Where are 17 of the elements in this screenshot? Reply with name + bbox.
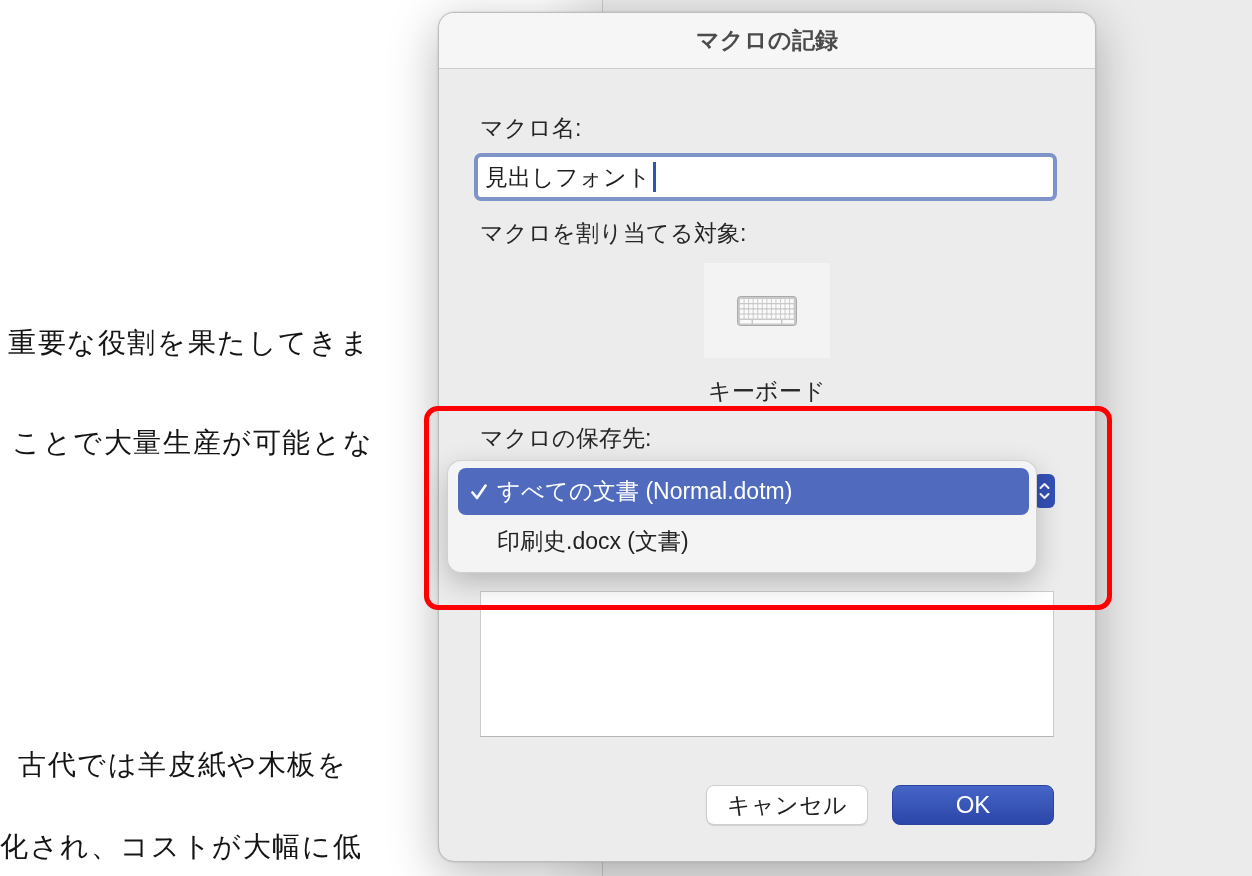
cancel-button[interactable]: キャンセル [706, 785, 868, 825]
ok-button[interactable]: OK [892, 785, 1054, 825]
menu-item[interactable]: 印刷史.docx (文書) [458, 515, 1029, 567]
macro-name-field[interactable]: 見出しフォント [474, 153, 1057, 201]
text-cursor-icon [653, 162, 656, 192]
field-label: マクロを割り当てる対象: [480, 219, 747, 247]
body-text-line: 古代では羊皮紙や木板を [17, 747, 348, 783]
description-field[interactable] [480, 591, 1054, 737]
dialog-title: マクロの記録 [696, 26, 838, 55]
body-text-line: ことで大量生産が可能とな [11, 425, 374, 461]
field-label: マクロ名: [480, 114, 582, 142]
menu-item[interactable]: すべての文書 (Normal.dotm) [458, 468, 1029, 515]
body-text-line: 重要な役割を果たしてきま [7, 325, 371, 361]
body-text-line: 化され、コストが大幅に低 [0, 829, 363, 865]
option-label: キーボード [708, 377, 826, 405]
check-icon [471, 483, 487, 500]
field-label: マクロの保存先: [480, 424, 652, 452]
